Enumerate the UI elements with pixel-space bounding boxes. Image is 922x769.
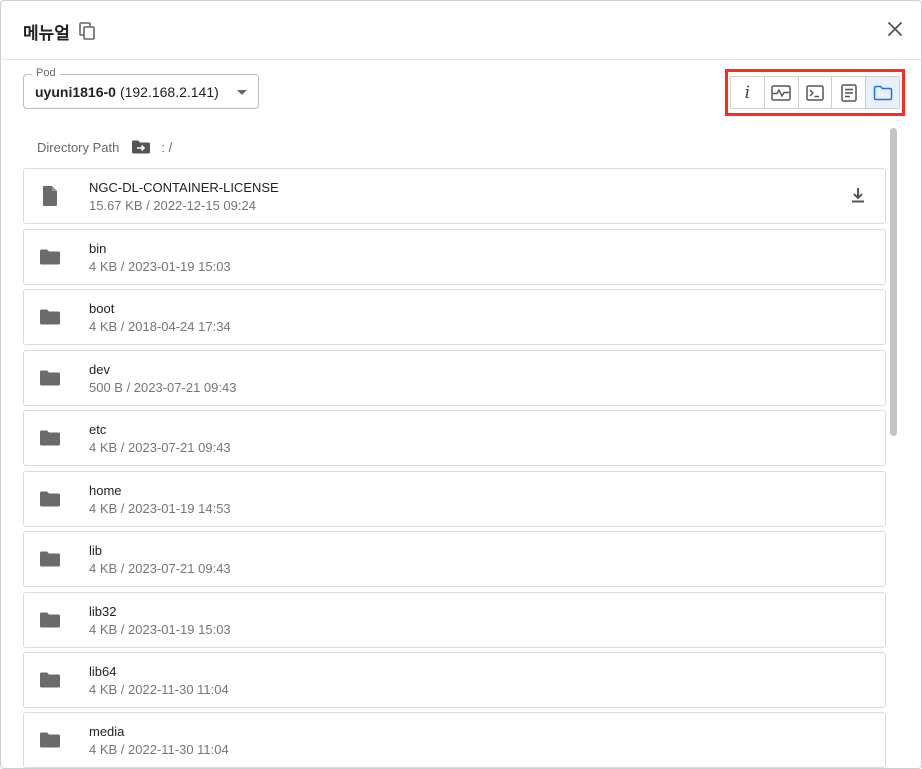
entry-name: lib: [89, 543, 103, 558]
entry-meta: 15.67 KB / 2022-12-15 09:24: [89, 198, 256, 213]
logs-button[interactable]: [832, 77, 867, 108]
entry-name: lib64: [89, 664, 117, 679]
close-button[interactable]: [883, 17, 907, 41]
pod-select[interactable]: Pod uyuni1816-0 (192.168.2.141): [23, 67, 259, 109]
download-icon[interactable]: [849, 186, 867, 206]
info-icon: i: [744, 82, 751, 103]
file-icon: [38, 185, 62, 207]
entry-name: NGC-DL-CONTAINER-LICENSE: [89, 180, 279, 195]
folder-row[interactable]: home 4 KB / 2023-01-19 14:53: [23, 471, 886, 527]
entry-name: dev: [89, 362, 110, 377]
entry-meta: 4 KB / 2022-11-30 11:04: [89, 682, 229, 697]
folder-icon: [38, 609, 62, 631]
file-row[interactable]: NGC-DL-CONTAINER-LICENSE 15.67 KB / 2022…: [23, 168, 886, 224]
monitoring-icon: [771, 84, 791, 101]
entry-meta: 4 KB / 2023-01-19 15:03: [89, 622, 231, 637]
directory-path-label: Directory Path: [37, 139, 120, 155]
folder-row[interactable]: dev 500 B / 2023-07-21 09:43: [23, 350, 886, 406]
scrollbar-thumb[interactable]: [890, 128, 897, 436]
folder-row[interactable]: lib64 4 KB / 2022-11-30 11:04: [23, 652, 886, 708]
dialog-header: 메뉴얼: [1, 1, 921, 60]
folder-icon: [38, 729, 62, 751]
pod-select-label: Pod: [32, 67, 60, 79]
files-button[interactable]: [866, 77, 899, 108]
folder-row[interactable]: bin 4 KB / 2023-01-19 15:03: [23, 229, 886, 285]
close-icon: [888, 22, 902, 36]
folder-icon: [38, 427, 62, 449]
folder-arrow-icon: [131, 139, 151, 155]
copy-icon[interactable]: [79, 22, 95, 40]
info-button[interactable]: i: [731, 77, 765, 108]
entry-meta: 4 KB / 2018-04-24 17:34: [89, 319, 231, 334]
entry-meta: 4 KB / 2022-11-30 11:04: [89, 742, 229, 757]
folder-row[interactable]: etc 4 KB / 2023-07-21 09:43: [23, 410, 886, 466]
entry-meta: 4 KB / 2023-01-19 14:53: [89, 501, 231, 516]
directory-path-value: : /: [161, 139, 173, 155]
dropdown-arrow-icon: [237, 90, 247, 95]
folder-icon: [38, 367, 62, 389]
entry-name: bin: [89, 241, 107, 256]
pod-name: uyuni1816-0: [35, 84, 116, 100]
folder-row[interactable]: lib32 4 KB / 2023-01-19 15:03: [23, 592, 886, 648]
folder-icon: [38, 246, 62, 268]
folder-icon: [38, 548, 62, 570]
pod-view-toolbar: i: [730, 76, 900, 109]
folder-icon: [873, 85, 892, 100]
logs-icon: [841, 83, 857, 102]
entry-meta: 500 B / 2023-07-21 09:43: [89, 380, 237, 395]
manual-dialog: 메뉴얼 Pod uyuni1816-0 (192.168.2.141) i Di…: [0, 0, 922, 769]
entry-name: media: [89, 724, 125, 739]
folder-row[interactable]: boot 4 KB / 2018-04-24 17:34: [23, 289, 886, 345]
dialog-title: 메뉴얼: [23, 24, 70, 44]
entry-name: boot: [89, 301, 115, 316]
pod-select-value: uyuni1816-0 (192.168.2.141): [35, 84, 219, 100]
monitoring-button[interactable]: [765, 77, 799, 108]
entry-name: lib32: [89, 604, 117, 619]
entry-meta: 4 KB / 2023-01-19 15:03: [89, 259, 231, 274]
terminal-button[interactable]: [799, 77, 833, 108]
folder-icon: [38, 669, 62, 691]
entry-meta: 4 KB / 2023-07-21 09:43: [89, 440, 231, 455]
entry-meta: 4 KB / 2023-07-21 09:43: [89, 561, 231, 576]
folder-row[interactable]: lib 4 KB / 2023-07-21 09:43: [23, 531, 886, 587]
folder-icon: [38, 488, 62, 510]
folder-row[interactable]: media 4 KB / 2022-11-30 11:04: [23, 712, 886, 768]
entry-name: etc: [89, 422, 107, 437]
terminal-icon: [806, 84, 824, 101]
file-list: NGC-DL-CONTAINER-LICENSE 15.67 KB / 2022…: [23, 168, 886, 768]
entry-name: home: [89, 483, 122, 498]
pod-ip: (192.168.2.141): [119, 84, 219, 100]
folder-icon: [38, 306, 62, 328]
directory-path: Directory Path : /: [37, 139, 172, 155]
